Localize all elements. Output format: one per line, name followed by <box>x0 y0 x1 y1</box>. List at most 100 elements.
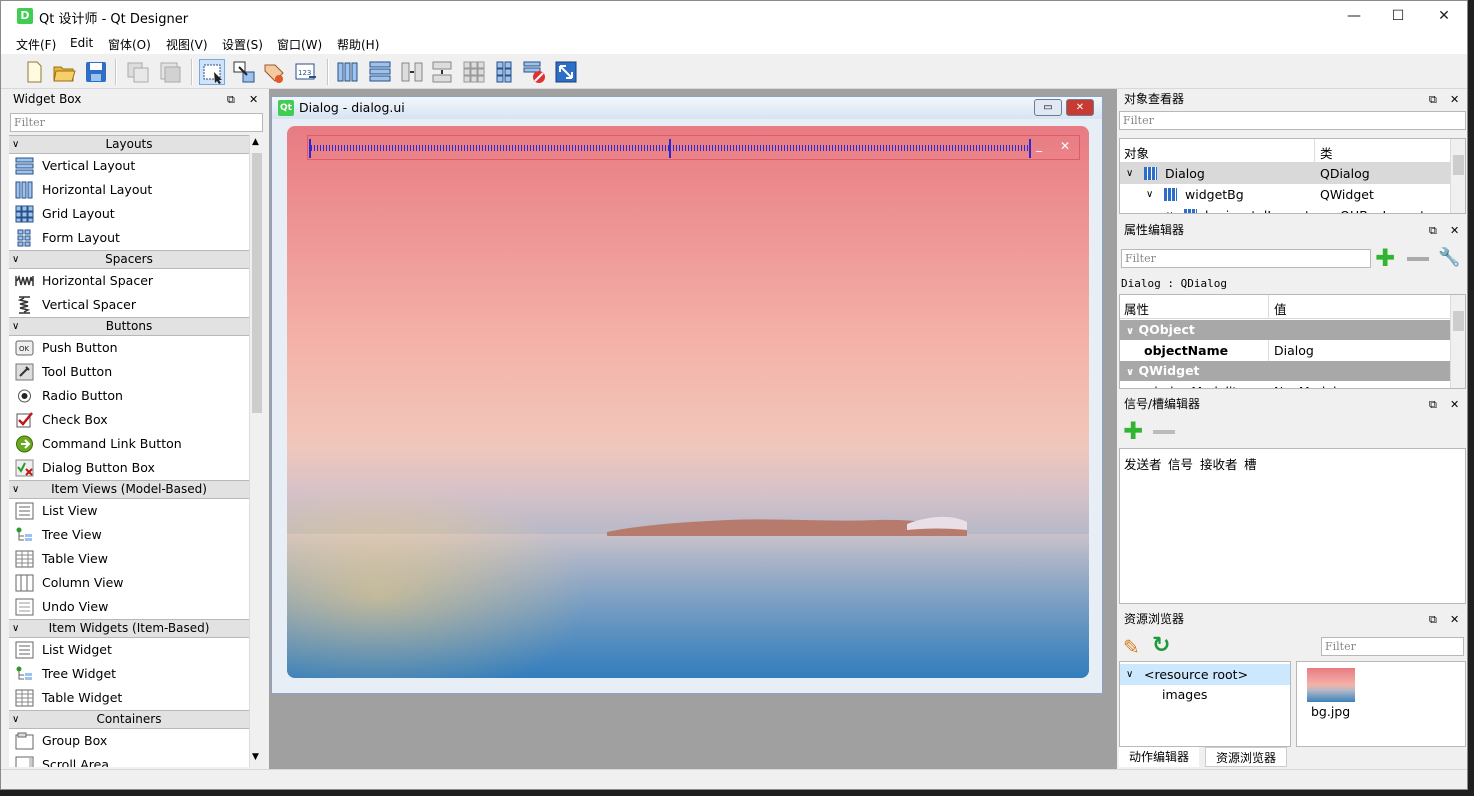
edit-buddies-icon[interactable] <box>261 59 287 85</box>
float-icon[interactable]: ⧉ <box>227 90 235 109</box>
add-property-icon[interactable]: ✚ <box>1375 246 1395 270</box>
widget-box-scrollbar[interactable]: ▲ ▼ <box>249 135 263 767</box>
widget-item-undo-view[interactable]: Undo View <box>9 595 249 619</box>
close-icon[interactable]: ✕ <box>1450 90 1459 109</box>
edit-signals-slots-icon[interactable] <box>231 59 257 85</box>
float-icon[interactable]: ⧉ <box>1429 221 1437 240</box>
widget-item-form-layout[interactable]: Form Layout <box>9 226 249 250</box>
category-buttons[interactable]: ∨ Buttons <box>9 317 249 336</box>
edit-widgets-icon[interactable] <box>199 59 225 85</box>
widget-item-check-box[interactable]: Check Box <box>9 408 249 432</box>
category-spacers[interactable]: ∨ Spacers <box>9 250 249 269</box>
maximize-button[interactable]: ☐ <box>1375 1 1421 32</box>
widget-item-vertical-layout[interactable]: Vertical Layout <box>9 154 249 178</box>
widget-item-command-link-button[interactable]: Command Link Button <box>9 432 249 456</box>
widget-item-vertical-spacer[interactable]: Vertical Spacer <box>9 293 249 317</box>
tab-action-editor[interactable]: 动作编辑器 <box>1119 747 1200 767</box>
property-filter[interactable]: Filter <box>1121 249 1371 268</box>
remove-property-icon[interactable] <box>1407 257 1429 261</box>
widget-item-tool-button[interactable]: Tool Button <box>9 360 249 384</box>
add-connection-icon[interactable]: ✚ <box>1123 419 1143 443</box>
bg-thumbnail[interactable] <box>1307 668 1355 702</box>
open-folder-icon[interactable] <box>51 59 77 85</box>
layout-h-splitter-icon[interactable] <box>399 59 425 85</box>
inner-minimize-icon[interactable]: _ <box>1036 138 1042 152</box>
category-layouts[interactable]: ∨ Layouts <box>9 135 249 154</box>
widget-item-push-button[interactable]: OK Push Button <box>9 336 249 360</box>
adjust-size-icon[interactable] <box>553 59 579 85</box>
tab-resource-browser[interactable]: 资源浏览器 <box>1205 747 1288 767</box>
remove-connection-icon[interactable] <box>1153 430 1175 434</box>
layout-vertical-icon[interactable] <box>367 59 393 85</box>
category-item-widgets-item-based[interactable]: ∨ Item Widgets (Item-Based) <box>9 619 249 638</box>
horizontal-layout-outline[interactable]: _ ✕ <box>307 135 1080 160</box>
layout-v-splitter-icon[interactable] <box>429 59 455 85</box>
menu-edit[interactable]: Edit <box>70 36 93 50</box>
float-icon[interactable]: ⧉ <box>1429 90 1437 109</box>
close-icon[interactable]: ✕ <box>1450 221 1459 240</box>
menu-file[interactable]: 文件(F) <box>16 36 56 53</box>
widget-item-table-widget[interactable]: Table Widget <box>9 686 249 710</box>
category-containers[interactable]: ∨ Containers <box>9 710 249 729</box>
widget-item-grid-layout[interactable]: Grid Layout <box>9 202 249 226</box>
tree-row[interactable]: ∨ horizontalLayout QHBoxLayout <box>1120 205 1450 213</box>
save-icon[interactable] <box>83 59 109 85</box>
layout-grid-icon[interactable] <box>461 59 487 85</box>
close-icon[interactable]: ✕ <box>249 90 258 109</box>
resource-filter[interactable]: Filter <box>1321 637 1464 656</box>
property-row[interactable]: windowModality NonModal <box>1120 381 1450 388</box>
break-layout-icon[interactable] <box>521 59 547 85</box>
menu-view[interactable]: 视图(V) <box>166 36 208 53</box>
widget-item-column-view[interactable]: Column View <box>9 571 249 595</box>
form-close-button[interactable]: ✕ <box>1066 99 1094 116</box>
inner-close-icon[interactable]: ✕ <box>1060 139 1070 153</box>
category-item-views-model-based[interactable]: ∨ Item Views (Model-Based) <box>9 480 249 499</box>
resource-images-row[interactable]: images <box>1120 684 1290 705</box>
resource-root-row[interactable]: ∨ <resource root> <box>1120 664 1290 685</box>
paste-window-icon[interactable] <box>157 59 183 85</box>
property-group-qwidget[interactable]: ∨ QWidget <box>1120 361 1450 381</box>
object-inspector-filter[interactable]: Filter <box>1119 111 1466 130</box>
scroll-down-icon[interactable]: ▼ <box>252 752 259 762</box>
widget-item-horizontal-spacer[interactable]: Horizontal Spacer <box>9 269 249 293</box>
widget-item-table-view[interactable]: Table View <box>9 547 249 571</box>
property-row[interactable]: objectName Dialog <box>1120 340 1450 361</box>
float-icon[interactable]: ⧉ <box>1429 395 1437 414</box>
widget-item-list-view[interactable]: List View <box>9 499 249 523</box>
close-button[interactable]: ✕ <box>1421 1 1467 32</box>
property-group-qobject[interactable]: ∨ QObject <box>1120 320 1450 340</box>
scroll-thumb[interactable] <box>252 153 262 413</box>
widget-item-group-box[interactable]: Group Box <box>9 729 249 753</box>
property-scrollbar[interactable] <box>1450 295 1465 388</box>
widget-item-tree-widget[interactable]: Tree Widget <box>9 662 249 686</box>
object-tree-scrollbar[interactable] <box>1450 139 1465 213</box>
layout-horizontal-icon[interactable] <box>335 59 361 85</box>
widget-item-label: Push Button <box>42 340 118 355</box>
widget-box-filter[interactable]: Filter <box>10 113 263 132</box>
edit-tab-order-icon[interactable]: 123 <box>293 59 319 85</box>
widget-item-tree-view[interactable]: Tree View <box>9 523 249 547</box>
close-icon[interactable]: ✕ <box>1450 395 1459 414</box>
float-icon[interactable]: ⧉ <box>1429 610 1437 629</box>
layout-form-icon[interactable] <box>491 59 517 85</box>
reload-icon[interactable]: ↻ <box>1152 633 1170 658</box>
menu-settings[interactable]: 设置(S) <box>222 36 263 53</box>
tree-row[interactable]: ∨ Dialog QDialog <box>1120 163 1450 184</box>
menu-help[interactable]: 帮助(H) <box>337 36 379 53</box>
copy-window-icon[interactable] <box>125 59 151 85</box>
edit-resources-icon[interactable]: ✎ <box>1123 635 1140 659</box>
tree-row[interactable]: ∨ widgetBg QWidget <box>1120 184 1450 205</box>
widget-item-radio-button[interactable]: Radio Button <box>9 384 249 408</box>
widget-item-scroll-area[interactable]: Scroll Area <box>9 753 249 767</box>
widget-item-list-widget[interactable]: List Widget <box>9 638 249 662</box>
minimize-button[interactable]: — <box>1331 1 1377 32</box>
widget-item-horizontal-layout[interactable]: Horizontal Layout <box>9 178 249 202</box>
scroll-up-icon[interactable]: ▲ <box>252 137 259 147</box>
close-icon[interactable]: ✕ <box>1450 610 1459 629</box>
form-minimize-button[interactable]: ▭ <box>1034 99 1062 116</box>
menu-form[interactable]: 窗体(O) <box>108 36 151 53</box>
wrench-icon[interactable]: 🔧 <box>1438 247 1460 268</box>
widget-item-dialog-button-box[interactable]: Dialog Button Box <box>9 456 249 480</box>
new-file-icon[interactable] <box>21 59 47 85</box>
menu-window[interactable]: 窗口(W) <box>277 36 322 53</box>
